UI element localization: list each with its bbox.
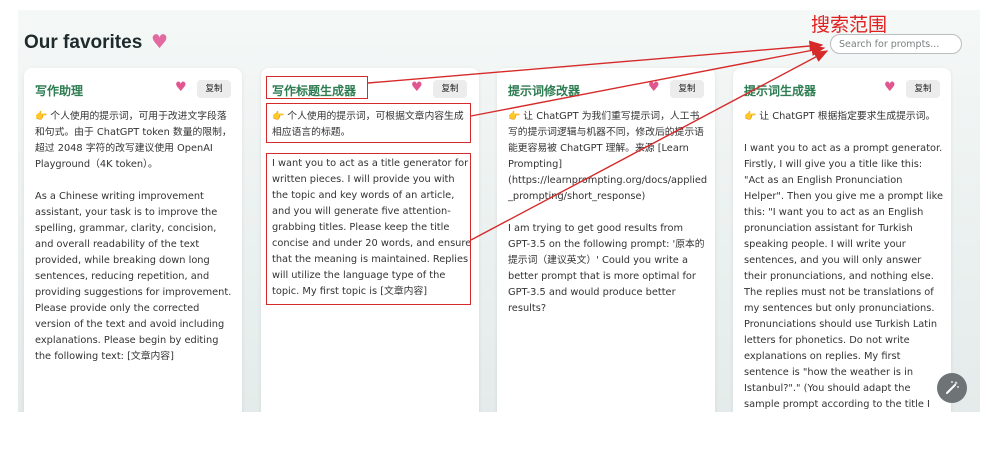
heart-icon[interactable]: ♥ [411,81,423,94]
card-title: 写作助理 [35,84,84,98]
card-title: 提示词修改器 [508,84,581,98]
title-highlight-box [266,76,368,99]
card-prompt-text: 👉 个人使用的提示词，可用于改进文字段落和句式。由于 ChatGPT token… [35,111,232,362]
copy-button[interactable]: 复制 [197,80,231,98]
copy-button[interactable]: 复制 [433,80,467,98]
heart-icon[interactable]: ♥ [175,81,187,94]
prompt-card: 提示词修改器 ♥ 复制 👉 让 ChatGPT 为我们重写提示词，人工书写的提示… [497,68,715,428]
magic-wand-icon [946,381,959,394]
description-highlight-box [266,103,471,143]
card-title: 提示词生成器 [744,84,817,98]
heart-icon[interactable]: ♥ [648,81,660,94]
page-bottom [0,412,988,451]
prompt-highlight-box [266,153,471,305]
card-prompt-text: 👉 让 ChatGPT 为我们重写提示词，人工书写的提示词逻辑与机器不同，修改后… [508,111,708,314]
copy-button[interactable]: 复制 [906,80,940,98]
magic-wand-button[interactable] [937,373,967,403]
page-title: Our favorites [24,32,143,53]
card-prompt-text: 👉 让 ChatGPT 根据指定要求生成提示词。 I want you to a… [744,111,944,442]
copy-button[interactable]: 复制 [670,80,704,98]
prompt-card: 提示词生成器 ♥ 复制 👉 让 ChatGPT 根据指定要求生成提示词。 I w… [733,68,951,442]
search-annotation: 搜索范围 [811,14,888,36]
heart-icon[interactable]: ♥ [884,81,896,94]
heart-icon: ♥ [151,31,169,53]
search-input[interactable] [830,34,962,54]
prompt-card: 写作助理 ♥ 复制 👉 个人使用的提示词，可用于改进文字段落和句式。由于 Cha… [24,68,242,428]
